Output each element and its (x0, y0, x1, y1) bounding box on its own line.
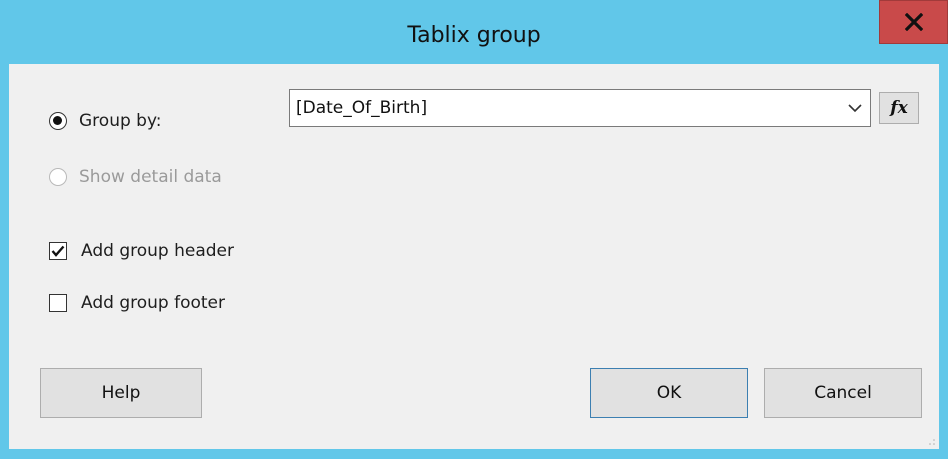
group-by-value: [Date_Of_Birth] (296, 98, 428, 118)
cancel-button[interactable]: Cancel (764, 368, 922, 418)
expression-button[interactable]: fx (879, 92, 919, 124)
show-detail-option: Show detail data (49, 167, 222, 187)
group-by-option[interactable]: Group by: (49, 111, 162, 131)
chevron-down-icon[interactable] (840, 103, 870, 113)
add-group-header-label: Add group header (81, 241, 234, 261)
close-button[interactable] (879, 0, 948, 44)
add-group-header-checkbox[interactable] (49, 242, 67, 260)
resize-grip-icon[interactable] (928, 438, 936, 446)
dialog-title: Tablix group (407, 23, 541, 48)
group-by-label: Group by: (79, 111, 162, 131)
show-detail-label: Show detail data (79, 167, 222, 187)
group-by-radio[interactable] (49, 112, 67, 130)
tablix-group-dialog: Tablix group Group by: [Date_Of_Birth] f… (0, 0, 948, 459)
help-button[interactable]: Help (40, 368, 202, 418)
show-detail-radio (49, 168, 67, 186)
dialog-body: Group by: [Date_Of_Birth] fx Show detail… (9, 64, 939, 449)
add-group-header-option[interactable]: Add group header (49, 241, 234, 261)
checkmark-icon (51, 245, 65, 257)
close-icon (904, 13, 923, 31)
title-bar[interactable]: Tablix group (0, 0, 948, 64)
add-group-footer-label: Add group footer (81, 293, 225, 313)
group-by-combobox[interactable]: [Date_Of_Birth] (289, 89, 871, 127)
add-group-footer-option[interactable]: Add group footer (49, 293, 225, 313)
add-group-footer-checkbox[interactable] (49, 294, 67, 312)
fx-icon: fx (890, 98, 908, 118)
ok-button[interactable]: OK (590, 368, 748, 418)
